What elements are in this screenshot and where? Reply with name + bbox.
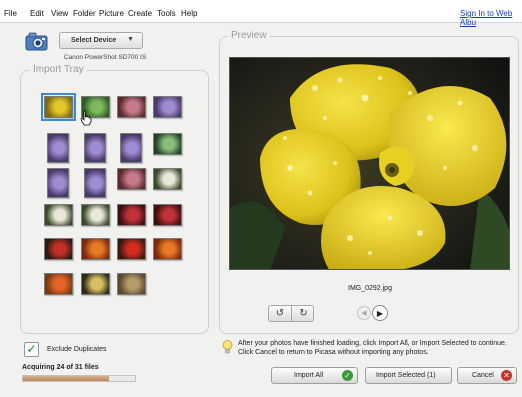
import-all-label: Import All bbox=[294, 372, 324, 379]
next-photo-button[interactable]: ▶ bbox=[372, 305, 388, 321]
thumbnail[interactable] bbox=[153, 168, 182, 190]
thumbnail[interactable] bbox=[81, 238, 110, 260]
import-selected-label: Import Selected (1) bbox=[376, 372, 436, 379]
rotate-button-group: ↺ ↻ bbox=[268, 305, 314, 322]
cancel-button[interactable]: Cancel ✕ bbox=[457, 367, 517, 384]
rotate-left-icon[interactable]: ↺ bbox=[269, 306, 292, 321]
chevron-down-icon: ▼ bbox=[127, 36, 134, 43]
previous-photo-button[interactable]: ◀ bbox=[357, 306, 371, 320]
info-text: After your photos have finished loading,… bbox=[238, 340, 507, 356]
menu-help[interactable]: Help bbox=[181, 9, 197, 18]
select-device-label: Select Device bbox=[71, 37, 117, 44]
thumbnail[interactable] bbox=[153, 204, 182, 226]
thumbnail[interactable] bbox=[44, 273, 73, 295]
menu-picture[interactable]: Picture bbox=[99, 9, 124, 18]
exclude-duplicates-label: Exclude Duplicates bbox=[47, 346, 107, 353]
thumbnail[interactable] bbox=[117, 168, 146, 190]
menu-file[interactable]: File bbox=[4, 9, 17, 18]
import-all-button[interactable]: Import All ✓ bbox=[271, 367, 358, 384]
exclude-duplicates-checkbox[interactable]: ✓ bbox=[24, 342, 39, 357]
thumbnail[interactable] bbox=[47, 133, 69, 163]
sign-in-link[interactable]: Sign In to Web Albu bbox=[460, 9, 522, 27]
preview-photo bbox=[229, 57, 510, 270]
thumbnail[interactable] bbox=[117, 96, 146, 118]
lightbulb-icon bbox=[222, 340, 233, 355]
thumbnail[interactable] bbox=[153, 133, 182, 155]
menu-edit[interactable]: Edit bbox=[30, 9, 44, 18]
device-name: Canon PowerShot SD700 IS bbox=[63, 54, 147, 61]
select-device-button[interactable]: Select Device ▼ bbox=[59, 32, 143, 49]
hand-cursor-icon bbox=[80, 110, 92, 126]
thumbnail[interactable] bbox=[47, 168, 69, 198]
acquiring-status: Acquiring 24 of 31 files bbox=[22, 364, 99, 371]
close-icon: ✕ bbox=[501, 370, 512, 381]
thumbnail[interactable] bbox=[117, 273, 146, 295]
thumbnail[interactable] bbox=[44, 204, 73, 226]
menu-folder[interactable]: Folder bbox=[73, 9, 96, 18]
thumbnail[interactable] bbox=[81, 204, 110, 226]
import-selected-button[interactable]: Import Selected (1) bbox=[365, 367, 452, 384]
check-icon: ✓ bbox=[342, 370, 353, 381]
thumbnail[interactable] bbox=[41, 93, 76, 121]
thumbnail[interactable] bbox=[84, 168, 106, 198]
thumbnail[interactable] bbox=[84, 133, 106, 163]
progress-fill bbox=[23, 376, 110, 381]
preview-filename: IMG_0292.jpg bbox=[348, 285, 392, 292]
thumbnail[interactable] bbox=[117, 204, 146, 226]
thumbnail[interactable] bbox=[117, 238, 146, 260]
rotate-right-icon[interactable]: ↻ bbox=[292, 306, 315, 321]
thumbnail[interactable] bbox=[44, 238, 73, 260]
camera-icon bbox=[24, 29, 50, 53]
preview-title: Preview bbox=[228, 30, 270, 41]
acquire-progress-bar bbox=[22, 375, 136, 382]
menu-create[interactable]: Create bbox=[128, 9, 152, 18]
thumbnail[interactable] bbox=[153, 96, 182, 118]
import-tray-title: Import Tray bbox=[30, 64, 87, 75]
thumbnail[interactable] bbox=[81, 273, 110, 295]
menu-tools[interactable]: Tools bbox=[157, 9, 176, 18]
thumbnail[interactable] bbox=[120, 133, 142, 163]
thumbnail[interactable] bbox=[153, 238, 182, 260]
menu-view[interactable]: View bbox=[51, 9, 68, 18]
cancel-label: Cancel bbox=[472, 372, 494, 379]
